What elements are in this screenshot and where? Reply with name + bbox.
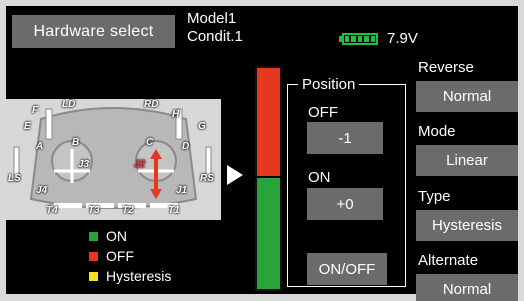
legend-item-on: ON <box>89 228 127 244</box>
transmitter-drawing <box>13 107 212 209</box>
alternate-button[interactable]: Normal <box>416 274 518 301</box>
legend-item-off: OFF <box>89 248 134 264</box>
legend-label-off: OFF <box>106 248 134 264</box>
illustration-label-a: A <box>36 141 44 152</box>
off-position-label: OFF <box>308 104 338 121</box>
illustration-label-j3: J3 <box>78 159 90 170</box>
transmitter-screen: Hardware select Model1 Condit.1 7.9V LD … <box>0 0 524 301</box>
model-name: Model1 <box>187 10 237 27</box>
position-panel-title: Position <box>298 76 360 93</box>
illustration-label-h: H <box>172 109 180 120</box>
pointer-arrow-icon <box>227 165 243 185</box>
screen-frame-top <box>0 0 524 6</box>
illustration-label-c: C <box>146 137 154 148</box>
off-position-value-button[interactable]: -1 <box>307 122 383 154</box>
level-bar-on-zone <box>257 178 280 289</box>
illustration-label-ls: LS <box>8 173 21 184</box>
battery-icon <box>342 33 378 45</box>
condition-name: Condit.1 <box>187 28 243 45</box>
illustration-label-j4: J4 <box>36 185 48 196</box>
on-position-value-button[interactable]: +0 <box>307 188 383 220</box>
illustration-label-g: G <box>198 121 206 132</box>
illustration-label-rs: RS <box>200 173 214 184</box>
illustration-label-j1: J1 <box>176 185 188 196</box>
legend-label-on: ON <box>106 228 127 244</box>
type-button[interactable]: Hysteresis <box>416 210 518 241</box>
illustration-label-t1: T1 <box>168 205 180 216</box>
illustration-label-rd: RD <box>144 99 159 110</box>
mode-button[interactable]: Linear <box>416 145 518 176</box>
switch-level-bar <box>255 66 282 291</box>
illustration-label-t4: T4 <box>46 205 58 216</box>
reverse-label: Reverse <box>418 59 474 76</box>
illustration-label-t2: T2 <box>122 205 134 216</box>
hardware-select-title-button[interactable]: Hardware select <box>12 15 175 48</box>
illustration-label-e: E <box>24 121 31 132</box>
battery-voltage: 7.9V <box>387 30 418 47</box>
legend-item-hysteresis: Hysteresis <box>89 268 171 284</box>
transmitter-illustration: LD RD E H F G A B C D LS RS J1 J2 J3 J4 … <box>6 99 221 220</box>
legend-swatch-on <box>89 231 98 241</box>
illustration-label-t3: T3 <box>88 205 100 216</box>
illustration-label-j2: J2 <box>134 159 146 170</box>
legend-swatch-hysteresis <box>89 271 98 281</box>
legend-swatch-off <box>89 251 98 261</box>
alternate-label: Alternate <box>418 252 479 269</box>
type-label: Type <box>418 188 451 205</box>
illustration-label-b: B <box>72 137 80 148</box>
illustration-label-d: D <box>182 141 190 152</box>
mode-label: Mode <box>418 123 456 140</box>
on-off-button[interactable]: ON/OFF <box>307 253 387 285</box>
screen-frame-right <box>518 0 524 301</box>
level-bar-off-zone <box>257 68 280 176</box>
legend-label-hysteresis: Hysteresis <box>106 268 172 284</box>
illustration-label-ld: LD <box>62 99 76 110</box>
illustration-label-f: F <box>32 105 39 116</box>
on-position-label: ON <box>308 169 331 186</box>
reverse-button[interactable]: Normal <box>416 81 518 112</box>
